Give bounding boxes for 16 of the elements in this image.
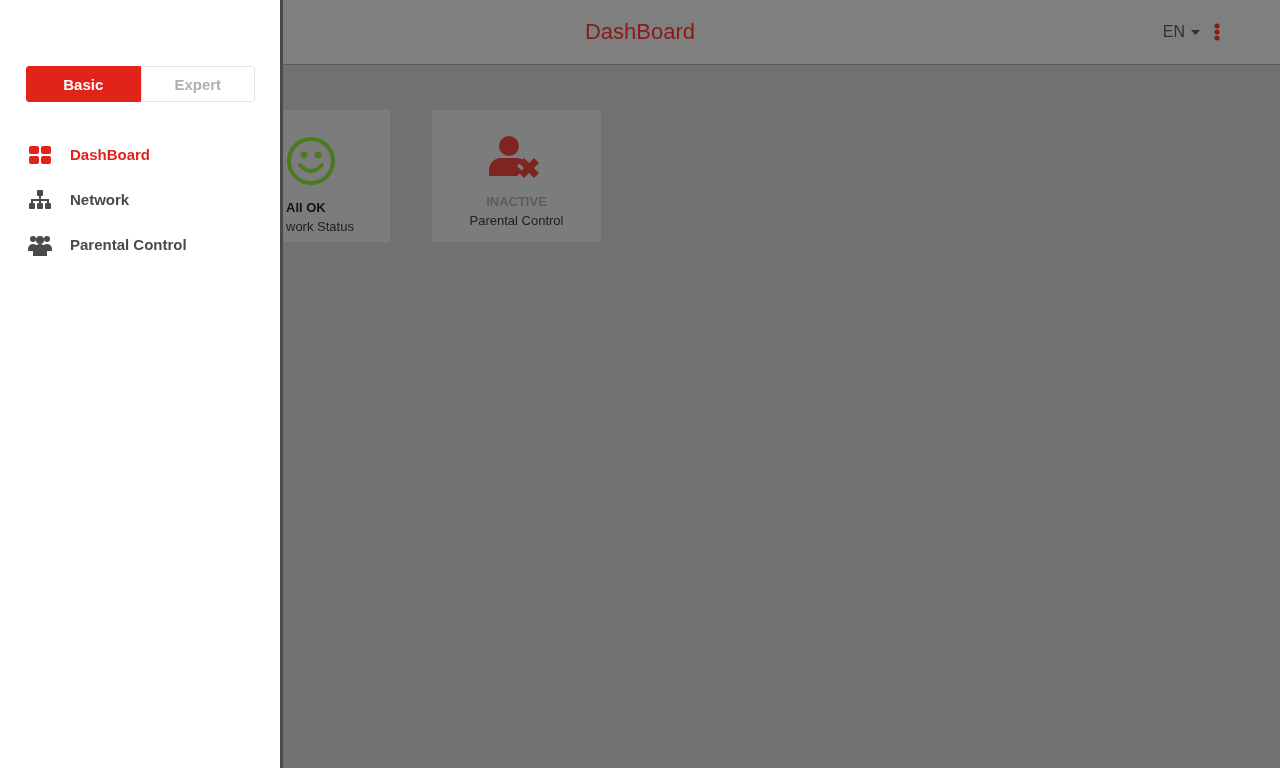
page-title: DashBoard [584, 19, 696, 45]
mode-tab[interactable]: Basic [26, 66, 141, 102]
status-card[interactable]: All OK work Status [283, 110, 390, 242]
nav-item[interactable]: Network [70, 191, 130, 208]
card-label: work Status [286, 219, 354, 234]
nav-item[interactable]: Parental Control [70, 236, 187, 253]
language-dropdown[interactable]: EN [1162, 23, 1200, 41]
sitemap-icon [28, 189, 52, 210]
smiley-icon [286, 136, 336, 186]
grid-icon [28, 144, 52, 165]
card-label: Parental Control [469, 213, 564, 228]
users-icon [28, 233, 52, 256]
more-icon[interactable] [1214, 23, 1220, 41]
caret-icon [1191, 29, 1200, 35]
nav-item[interactable]: DashBoard [70, 146, 151, 163]
card-status: All OK [286, 200, 326, 215]
